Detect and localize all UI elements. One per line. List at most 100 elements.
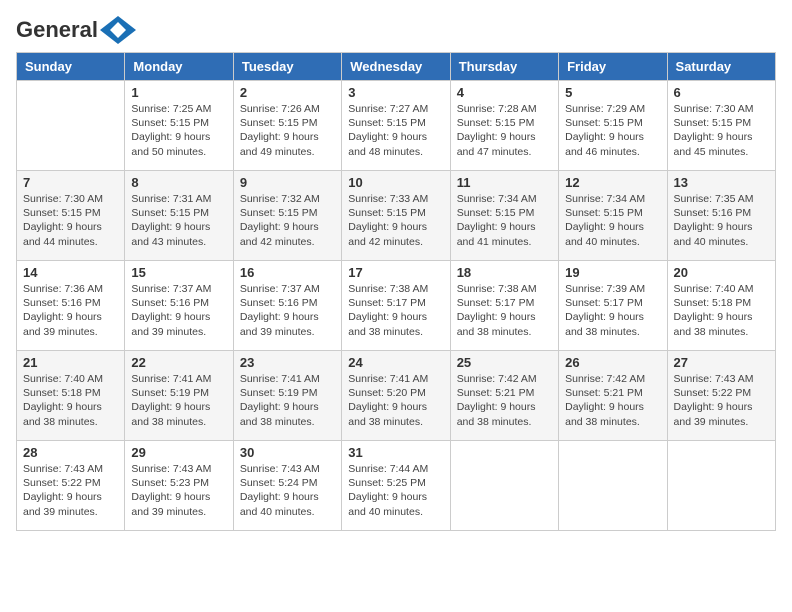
day-info: Sunrise: 7:38 AMSunset: 5:17 PMDaylight:… [348,282,443,339]
header-area: General [16,16,776,40]
day-info: Sunrise: 7:42 AMSunset: 5:21 PMDaylight:… [565,372,660,429]
day-info: Sunrise: 7:39 AMSunset: 5:17 PMDaylight:… [565,282,660,339]
day-number: 5 [565,85,660,100]
day-number: 24 [348,355,443,370]
calendar-cell: 28Sunrise: 7:43 AMSunset: 5:22 PMDayligh… [17,441,125,531]
calendar-cell: 29Sunrise: 7:43 AMSunset: 5:23 PMDayligh… [125,441,233,531]
day-number: 9 [240,175,335,190]
day-info: Sunrise: 7:34 AMSunset: 5:15 PMDaylight:… [565,192,660,249]
calendar-cell: 30 Sunrise: 7:43 AMSunset: 5:24 PMDayligh… [233,441,341,531]
calendar-cell: 12 Sunrise: 7:34 AMSunset: 5:15 PMDayligh… [559,171,667,261]
calendar-week-row: 14Sunrise: 7:36 AMSunset: 5:16 PMDayligh… [17,261,776,351]
weekday-header-row: SundayMondayTuesdayWednesdayThursdayFrid… [17,53,776,81]
calendar-week-row: 21 Sunrise: 7:40 AMSunset: 5:18 PMDayligh… [17,351,776,441]
day-info: Sunrise: 7:43 AMSunset: 5:24 PMDaylight:… [240,462,335,519]
day-number: 19 [565,265,660,280]
calendar-cell: 26 Sunrise: 7:42 AMSunset: 5:21 PMDayligh… [559,351,667,441]
day-number: 16 [240,265,335,280]
day-number: 25 [457,355,552,370]
weekday-header: Wednesday [342,53,450,81]
day-number: 31 [348,445,443,460]
day-number: 4 [457,85,552,100]
calendar-cell: 9 Sunrise: 7:32 AMSunset: 5:15 PMDaylight… [233,171,341,261]
day-number: 21 [23,355,118,370]
logo: General [16,16,136,40]
day-info: Sunrise: 7:28 AMSunset: 5:15 PMDaylight:… [457,102,552,159]
calendar-cell: 19 Sunrise: 7:39 AMSunset: 5:17 PMDayligh… [559,261,667,351]
weekday-header: Tuesday [233,53,341,81]
day-info: Sunrise: 7:44 AMSunset: 5:25 PMDaylight:… [348,462,443,519]
calendar-cell: 1Sunrise: 7:25 AMSunset: 5:15 PMDaylight… [125,81,233,171]
day-info: Sunrise: 7:31 AMSunset: 5:15 PMDaylight:… [131,192,226,249]
calendar-cell: 20Sunrise: 7:40 AMSunset: 5:18 PMDayligh… [667,261,775,351]
calendar-cell: 15Sunrise: 7:37 AMSunset: 5:16 PMDayligh… [125,261,233,351]
weekday-header: Monday [125,53,233,81]
day-info: Sunrise: 7:30 AMSunset: 5:15 PMDaylight:… [23,192,118,249]
day-info: Sunrise: 7:38 AMSunset: 5:17 PMDaylight:… [457,282,552,339]
calendar-cell: 23Sunrise: 7:41 AMSunset: 5:19 PMDayligh… [233,351,341,441]
day-info: Sunrise: 7:40 AMSunset: 5:18 PMDaylight:… [674,282,769,339]
calendar-cell: 6Sunrise: 7:30 AMSunset: 5:15 PMDaylight… [667,81,775,171]
calendar-cell: 14Sunrise: 7:36 AMSunset: 5:16 PMDayligh… [17,261,125,351]
calendar-cell: 16Sunrise: 7:37 AMSunset: 5:16 PMDayligh… [233,261,341,351]
calendar-cell: 21 Sunrise: 7:40 AMSunset: 5:18 PMDayligh… [17,351,125,441]
day-number: 7 [23,175,118,190]
day-number: 28 [23,445,118,460]
calendar-cell: 18 Sunrise: 7:38 AMSunset: 5:17 PMDayligh… [450,261,558,351]
calendar-table: SundayMondayTuesdayWednesdayThursdayFrid… [16,52,776,531]
day-info: Sunrise: 7:30 AMSunset: 5:15 PMDaylight:… [674,102,769,159]
logo-icon [100,16,136,44]
day-number: 22 [131,355,226,370]
day-info: Sunrise: 7:43 AMSunset: 5:22 PMDaylight:… [674,372,769,429]
calendar-cell [450,441,558,531]
calendar-cell [667,441,775,531]
day-number: 2 [240,85,335,100]
day-number: 26 [565,355,660,370]
day-info: Sunrise: 7:27 AMSunset: 5:15 PMDaylight:… [348,102,443,159]
day-info: Sunrise: 7:40 AMSunset: 5:18 PMDaylight:… [23,372,118,429]
day-number: 12 [565,175,660,190]
day-info: Sunrise: 7:41 AMSunset: 5:20 PMDaylight:… [348,372,443,429]
logo-general: General [16,17,98,43]
day-info: Sunrise: 7:32 AMSunset: 5:15 PMDaylight:… [240,192,335,249]
day-number: 11 [457,175,552,190]
calendar-cell: 2 Sunrise: 7:26 AMSunset: 5:15 PMDaylight… [233,81,341,171]
calendar-cell: 4 Sunrise: 7:28 AMSunset: 5:15 PMDaylight… [450,81,558,171]
weekday-header: Thursday [450,53,558,81]
calendar-cell: 25 Sunrise: 7:42 AMSunset: 5:21 PMDayligh… [450,351,558,441]
calendar-cell: 11 Sunrise: 7:34 AMSunset: 5:15 PMDayligh… [450,171,558,261]
day-number: 14 [23,265,118,280]
day-info: Sunrise: 7:29 AMSunset: 5:15 PMDaylight:… [565,102,660,159]
calendar-cell: 7 Sunrise: 7:30 AMSunset: 5:15 PMDaylight… [17,171,125,261]
day-number: 30 [240,445,335,460]
day-number: 15 [131,265,226,280]
calendar-cell: 8 Sunrise: 7:31 AMSunset: 5:15 PMDaylight… [125,171,233,261]
day-info: Sunrise: 7:42 AMSunset: 5:21 PMDaylight:… [457,372,552,429]
day-info: Sunrise: 7:34 AMSunset: 5:15 PMDaylight:… [457,192,552,249]
calendar-cell: 31 Sunrise: 7:44 AMSunset: 5:25 PMDayligh… [342,441,450,531]
day-info: Sunrise: 7:35 AMSunset: 5:16 PMDaylight:… [674,192,769,249]
calendar-cell: 27Sunrise: 7:43 AMSunset: 5:22 PMDayligh… [667,351,775,441]
day-info: Sunrise: 7:41 AMSunset: 5:19 PMDaylight:… [131,372,226,429]
calendar-cell: 5 Sunrise: 7:29 AMSunset: 5:15 PMDaylight… [559,81,667,171]
day-info: Sunrise: 7:25 AMSunset: 5:15 PMDaylight:… [131,102,226,159]
calendar-cell: 13 Sunrise: 7:35 AMSunset: 5:16 PMDayligh… [667,171,775,261]
day-number: 8 [131,175,226,190]
calendar-week-row: 1Sunrise: 7:25 AMSunset: 5:15 PMDaylight… [17,81,776,171]
calendar-cell [17,81,125,171]
weekday-header: Sunday [17,53,125,81]
calendar-week-row: 7 Sunrise: 7:30 AMSunset: 5:15 PMDaylight… [17,171,776,261]
day-number: 17 [348,265,443,280]
day-number: 18 [457,265,552,280]
day-number: 13 [674,175,769,190]
calendar-body: 1Sunrise: 7:25 AMSunset: 5:15 PMDaylight… [17,81,776,531]
calendar-cell: 10 Sunrise: 7:33 AMSunset: 5:15 PMDayligh… [342,171,450,261]
calendar-cell: 24 Sunrise: 7:41 AMSunset: 5:20 PMDayligh… [342,351,450,441]
weekday-header: Saturday [667,53,775,81]
day-number: 10 [348,175,443,190]
day-info: Sunrise: 7:26 AMSunset: 5:15 PMDaylight:… [240,102,335,159]
calendar-cell: 22 Sunrise: 7:41 AMSunset: 5:19 PMDayligh… [125,351,233,441]
calendar-cell: 3Sunrise: 7:27 AMSunset: 5:15 PMDaylight… [342,81,450,171]
day-info: Sunrise: 7:33 AMSunset: 5:15 PMDaylight:… [348,192,443,249]
day-number: 29 [131,445,226,460]
